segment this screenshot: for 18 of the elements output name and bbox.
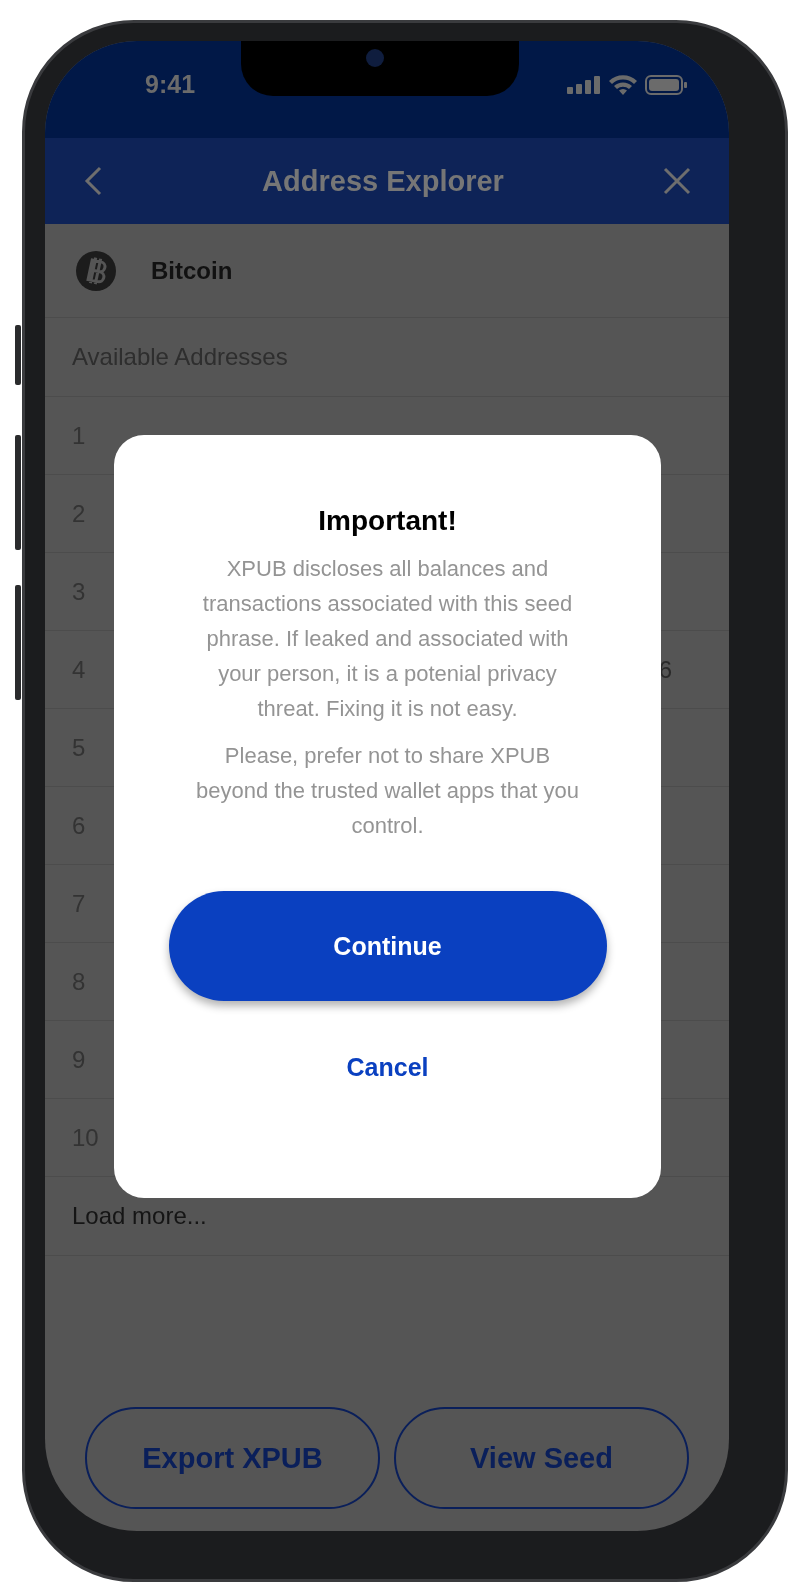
wifi-icon [609,74,637,95]
status-time: 9:41 [145,70,196,99]
dialog-message: Please, prefer not to share XPUB beyond the trusted wallet apps that you control. [195,742,580,840]
bitcoin-icon [75,249,117,292]
load-more-text: Load more... [72,1202,207,1230]
signal-icon [567,75,601,94]
battery-icon [645,74,687,95]
coin-name: Bitcoin [151,256,233,285]
cancel-button[interactable]: Cancel [326,1045,449,1090]
screen-title: Address Explorer [262,164,504,198]
close-icon[interactable] [663,167,691,195]
dialog-message: XPUB discloses all balances and transactions associated with this seed phrase. If leaked and associated with your person, it is a potenial privacy threat. Fixing it is not easy. [201,555,574,723]
back-icon[interactable] [83,166,103,196]
coin-row[interactable]: Bitcoin [45,224,729,318]
export-button[interactable]: Export XPUB [85,1407,380,1509]
continue-button[interactable]: Continue [168,891,607,1001]
dialog-title: Important! [318,505,457,537]
view-seed-button[interactable]: View Seed [394,1407,689,1509]
